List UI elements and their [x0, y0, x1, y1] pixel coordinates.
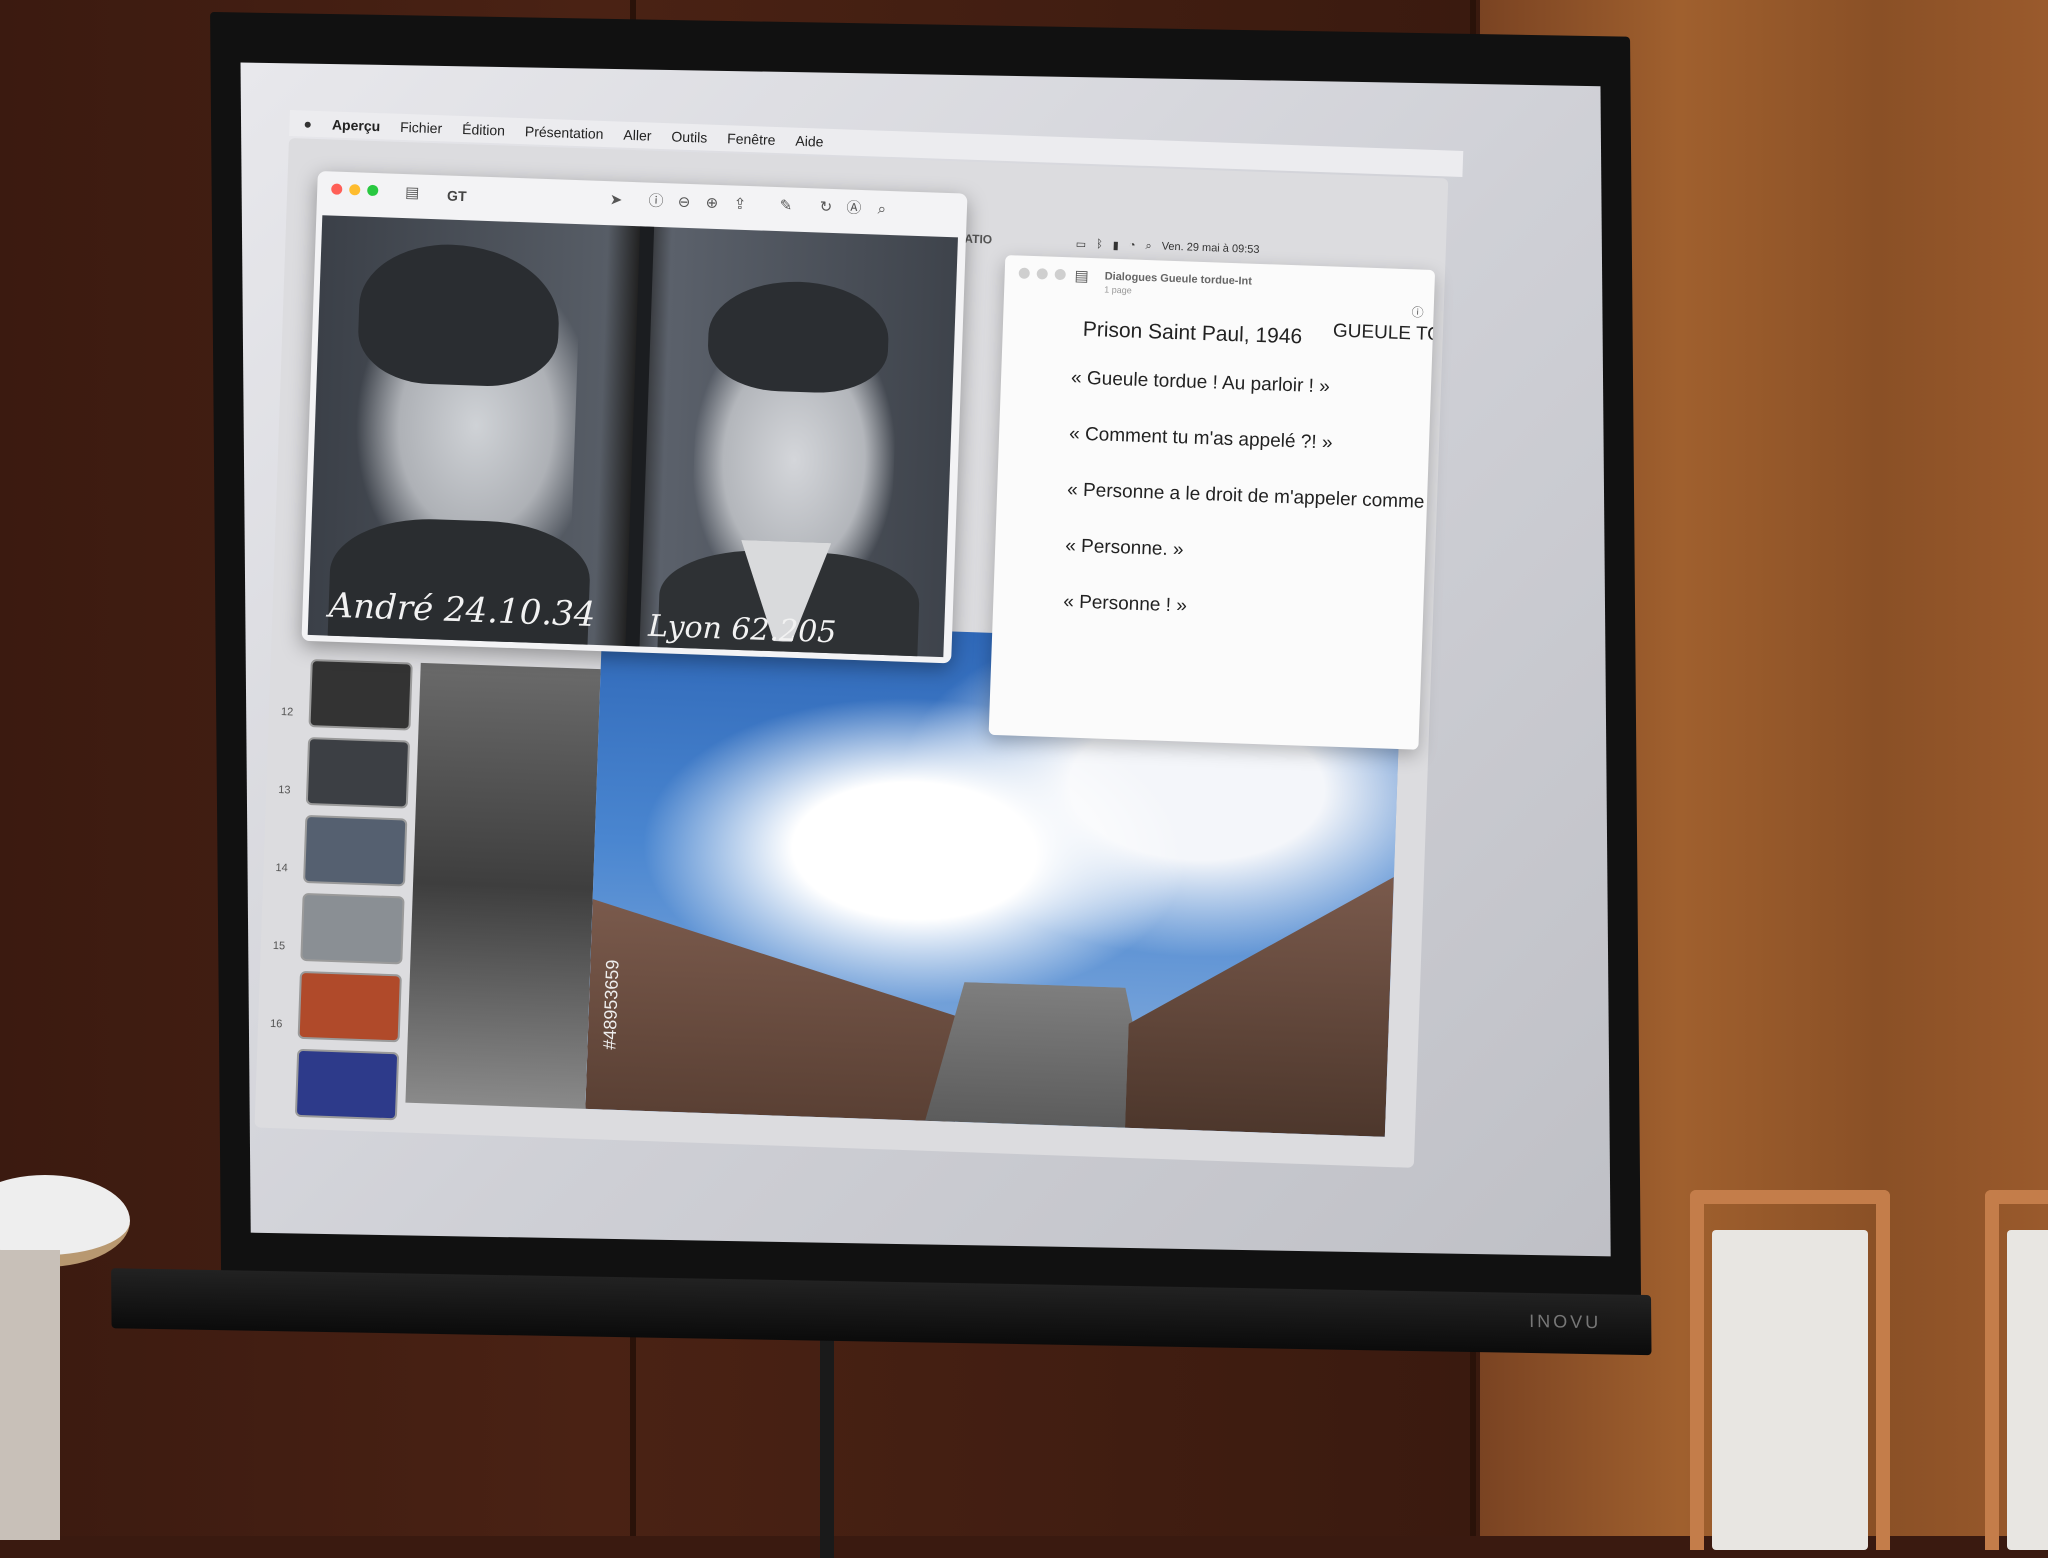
menu-edition[interactable]: Édition [462, 121, 505, 138]
close-window-icon[interactable] [331, 183, 343, 195]
chair-pad [2007, 1230, 2048, 1550]
slide-thumbnail[interactable] [308, 659, 413, 731]
dialogue-heading: Prison Saint Paul, 1946 [1082, 317, 1303, 349]
dialogue-heading-right: GUEULE TO [1332, 320, 1436, 346]
prison-wing-right [1125, 868, 1394, 1137]
pointer-icon[interactable]: ➤ [607, 191, 626, 210]
preview-window-title: GT [446, 187, 467, 205]
minimize-window-icon[interactable] [1036, 268, 1048, 280]
dialogue-page-count: 1 page [1104, 284, 1132, 296]
menu-aller[interactable]: Aller [623, 127, 652, 144]
slide-building-photo [405, 662, 601, 1109]
slide-thumbnail[interactable] [305, 737, 411, 809]
markup-icon[interactable]: Ⓐ [845, 199, 864, 218]
spotlight-search-icon[interactable]: ⌕ [1145, 239, 1152, 252]
menu-presentation[interactable]: Présentation [525, 123, 604, 142]
search-icon[interactable]: ⌕ [873, 200, 892, 219]
frontal-hair [706, 278, 891, 395]
slide-thumbnail-strip: 12 13 14 15 16 [265, 658, 413, 1122]
dialogue-document-window: ▤ Dialogues Gueule tordue-Int 1 page ⓘ P… [988, 255, 1436, 750]
zoom-out-icon[interactable]: ⊖ [675, 193, 694, 212]
dialogue-line: « Personne a le droit de m'appeler comme… [1066, 479, 1436, 514]
apple-icon[interactable]: ● [303, 115, 312, 131]
prison-wing-left [585, 899, 962, 1122]
projected-desktop: ● Aperçu Fichier Édition Présentation Al… [254, 110, 1490, 1168]
clock-text[interactable]: Ven. 29 mai à 09:53 [1161, 241, 1259, 256]
menu-aide[interactable]: Aide [795, 133, 824, 150]
markup-pen-icon[interactable]: ✎ [777, 197, 796, 216]
minimize-window-icon[interactable] [349, 184, 361, 196]
close-window-icon[interactable] [1018, 267, 1030, 279]
dialogue-line: « Personne ! » [1062, 591, 1188, 617]
battery-icon[interactable]: ▮ [1113, 238, 1120, 251]
wifi-icon[interactable]: ◔ [1129, 239, 1136, 251]
screen-stand [820, 1328, 834, 1558]
chair-pad [1712, 1230, 1868, 1550]
preview-window: ▤ GT ➤ ⓘ ⊖ ⊕ ⇪ ✎ ↻ Ⓐ ⌕ André 24.10.34 Ly… [301, 171, 968, 664]
mugshot-caption-right: Lyon 62.205 [647, 608, 837, 651]
thumbnail-number: 15 [272, 939, 286, 953]
rotate-icon[interactable]: ↻ [817, 198, 836, 217]
dialogue-document-body: ▤ Dialogues Gueule tordue-Int 1 page ⓘ P… [989, 255, 1435, 750]
thumbnail-number: 13 [278, 784, 291, 797]
table-leg [0, 1250, 60, 1540]
stock-watermark: #48953659 [599, 959, 623, 1051]
slide-thumbnail[interactable] [294, 1048, 400, 1121]
zoom-window-icon[interactable] [367, 184, 379, 197]
bluetooth-icon[interactable]: ᛒ [1096, 238, 1103, 250]
menu-fenetre[interactable]: Fenêtre [727, 130, 776, 148]
slide-thumbnail[interactable] [303, 814, 408, 887]
thumbnail-number: 12 [280, 706, 294, 719]
menu-app-name[interactable]: Aperçu [332, 116, 381, 134]
chair [1985, 1190, 2048, 1550]
mugshot-photo: André 24.10.34 Lyon 62.205 [307, 215, 958, 658]
display-icon[interactable]: ▭ [1076, 237, 1087, 250]
dialogue-line: « Personne. » [1064, 535, 1184, 561]
dialogue-line: « Comment tu m'as appelé ?! » [1068, 423, 1333, 454]
zoom-window-icon[interactable] [1054, 268, 1066, 281]
dialogue-line: « Gueule tordue ! Au parloir ! » [1070, 367, 1331, 398]
slide-thumbnail[interactable] [300, 892, 405, 965]
chair [1690, 1190, 1890, 1550]
menu-fichier[interactable]: Fichier [400, 119, 443, 136]
zoom-in-icon[interactable]: ⊕ [703, 194, 722, 213]
share-icon[interactable]: ⇪ [731, 195, 750, 214]
slide-thumbnail[interactable] [297, 970, 402, 1043]
thumbnail-number: 14 [275, 861, 288, 875]
info-icon[interactable]: ⓘ [647, 193, 666, 212]
screen-brand-label: INOVU [1529, 1311, 1602, 1333]
info-icon[interactable]: ⓘ [1408, 303, 1427, 322]
mugshot-divider [625, 226, 655, 647]
thumbnail-number: 16 [269, 1017, 283, 1031]
menu-outils[interactable]: Outils [671, 128, 707, 145]
sidebar-toggle-icon[interactable]: ▤ [1072, 267, 1091, 286]
sidebar-toggle-icon[interactable]: ▤ [403, 184, 422, 203]
